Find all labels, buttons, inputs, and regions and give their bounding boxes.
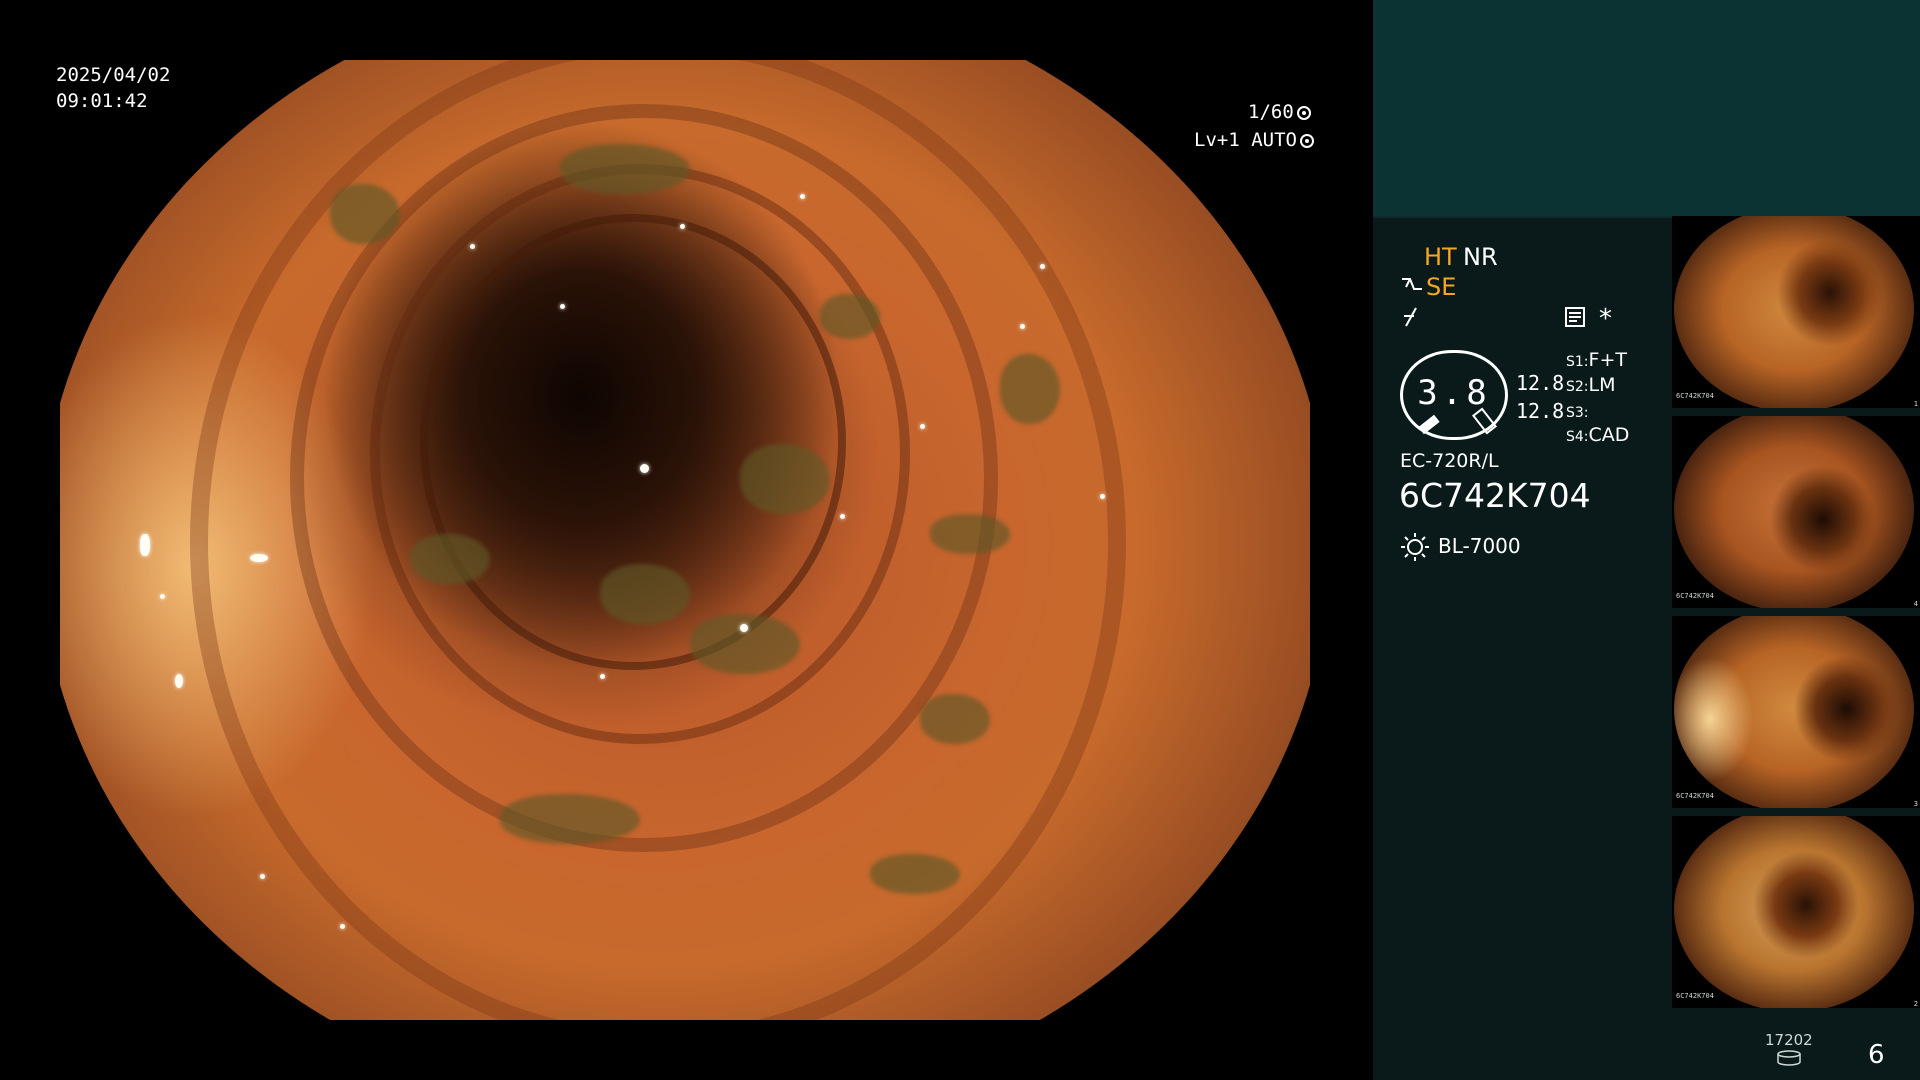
gauge-value: 3.8 bbox=[1417, 373, 1491, 413]
mode-se: SE bbox=[1426, 273, 1457, 301]
panel-header-area bbox=[1373, 0, 1920, 216]
endoscope-live-view bbox=[60, 60, 1310, 1020]
switch-s3: S3: bbox=[1566, 405, 1589, 421]
thumbnail-3[interactable]: 6C742K704 3 bbox=[1672, 616, 1920, 808]
thumbnail-1[interactable]: 6C742K704 1 bbox=[1672, 216, 1920, 408]
freeze-icon bbox=[1400, 306, 1422, 332]
shutter-value: 1/60 bbox=[1248, 101, 1294, 123]
reading-2: 12.8 bbox=[1516, 399, 1565, 423]
exposure-mode: AUTO bbox=[1251, 129, 1297, 151]
switch-key: S2 bbox=[1566, 379, 1584, 395]
image-count: 6 bbox=[1868, 1040, 1885, 1070]
shutter-readout: 1/60 bbox=[1248, 99, 1311, 125]
light-source-icon bbox=[1400, 532, 1430, 566]
mode-nr: NR bbox=[1463, 243, 1498, 271]
thumbnail-serial: 6C742K704 bbox=[1676, 592, 1714, 600]
switch-s1: S1:F+T bbox=[1566, 349, 1627, 371]
asterisk-icon: * bbox=[1599, 304, 1612, 334]
level-value: Lv+1 bbox=[1194, 129, 1240, 151]
memo-icon bbox=[1564, 306, 1586, 332]
switch-s2: S2:LM bbox=[1566, 374, 1616, 396]
scope-tip-icon bbox=[1400, 273, 1424, 303]
thumbnail-index: 4 bbox=[1913, 600, 1918, 608]
switch-value: CAD bbox=[1588, 424, 1630, 446]
storage-count: 17202 bbox=[1765, 1031, 1813, 1049]
switch-s4: S4:CAD bbox=[1566, 424, 1630, 446]
thumbnail-image bbox=[1674, 216, 1914, 408]
thumbnail-image bbox=[1674, 416, 1914, 608]
brightness-gauge: 3.8 bbox=[1400, 350, 1508, 440]
thumbnail-image bbox=[1674, 816, 1914, 1008]
storage-icon bbox=[1776, 1050, 1802, 1066]
endoscopy-monitor: 2025/04/02 09:01:42 1/60 Lv+1 AUTO HT NR… bbox=[0, 0, 1920, 1080]
thumbnail-2[interactable]: 6C742K704 4 bbox=[1672, 416, 1920, 608]
iris-icon bbox=[1299, 134, 1314, 148]
thumbnail-index: 1 bbox=[1913, 400, 1918, 408]
switch-key: S4 bbox=[1566, 429, 1584, 445]
gauge-marker-left bbox=[1418, 414, 1440, 435]
capture-date: 2025/04/02 bbox=[56, 64, 171, 86]
exposure-readout: Lv+1 AUTO bbox=[1194, 127, 1314, 153]
thumbnail-index: 2 bbox=[1913, 1000, 1918, 1008]
colon-lumen-image bbox=[60, 60, 1310, 1020]
scope-serial: 6C742K704 bbox=[1399, 476, 1591, 515]
thumbnail-4[interactable]: 6C742K704 2 bbox=[1672, 816, 1920, 1008]
mode-ht: HT bbox=[1424, 243, 1457, 271]
aperture-icon bbox=[1296, 106, 1311, 120]
light-source-model: BL-7000 bbox=[1438, 534, 1521, 558]
thumbnail-serial: 6C742K704 bbox=[1676, 792, 1714, 800]
thumbnail-serial: 6C742K704 bbox=[1676, 992, 1714, 1000]
scope-model: EC-720R/L bbox=[1400, 450, 1499, 472]
thumbnail-image bbox=[1674, 616, 1914, 808]
capture-time: 09:01:42 bbox=[56, 90, 148, 112]
thumbnail-serial: 6C742K704 bbox=[1676, 392, 1714, 400]
switch-value: F+T bbox=[1588, 349, 1627, 371]
switch-key: S1 bbox=[1566, 354, 1584, 370]
thumbnail-index: 3 bbox=[1913, 800, 1918, 808]
switch-key: S3 bbox=[1566, 405, 1584, 421]
switch-value: LM bbox=[1588, 374, 1616, 396]
reading-1: 12.8 bbox=[1516, 371, 1565, 395]
